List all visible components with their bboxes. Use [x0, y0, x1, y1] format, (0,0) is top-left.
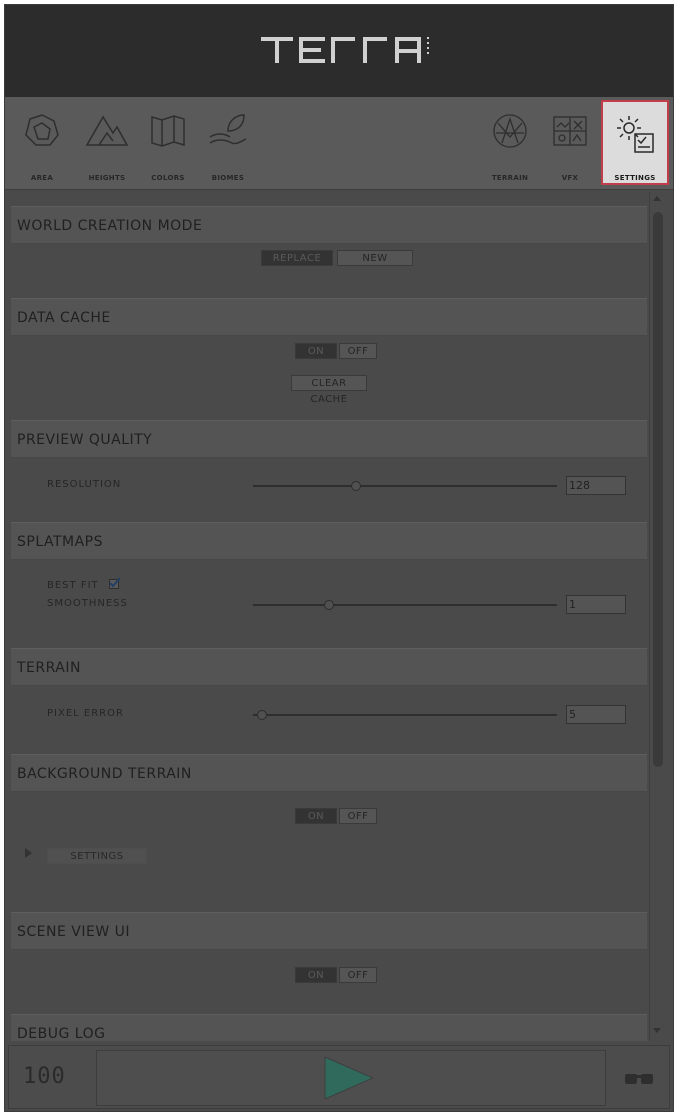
- tab-colors[interactable]: COLORS: [143, 97, 193, 187]
- section-title: BACKGROUND TERRAIN: [17, 766, 192, 782]
- biomes-icon: [209, 114, 247, 145]
- tab-settings-label: SETTINGS: [614, 174, 656, 182]
- data-cache-on-button[interactable]: ON: [295, 343, 337, 359]
- section-data-cache: DATA CACHE ON OFF CLEAR CACHE: [11, 298, 647, 418]
- terra-logo: [261, 37, 429, 63]
- background-terrain-off-button[interactable]: OFF: [339, 808, 377, 824]
- section-title: TERRAIN: [17, 660, 81, 676]
- expand-arrow-icon[interactable]: [25, 848, 32, 858]
- resolution-slider[interactable]: [253, 485, 557, 487]
- colors-icon: [151, 115, 185, 147]
- tool-tabs: AREA HEIGHTS COLORS BIOMES TERRAIN VFX S…: [5, 97, 673, 190]
- footer-bar: 100: [8, 1045, 670, 1109]
- glasses-icon[interactable]: [623, 1070, 657, 1086]
- smoothness-slider-knob[interactable]: [324, 600, 334, 610]
- terrain-icon: [493, 114, 527, 148]
- best-fit-checkbox[interactable]: [109, 577, 121, 589]
- scrollbar[interactable]: [649, 192, 666, 1041]
- progress-area: [96, 1050, 606, 1106]
- pixel-error-label: PIXEL ERROR: [47, 708, 124, 719]
- section-scene-view-ui: SCENE VIEW UI ON OFF: [11, 912, 647, 1016]
- section-splatmaps: SPLATMAPS BEST FIT SMOOTHNESS 1: [11, 522, 647, 646]
- clear-cache-button[interactable]: CLEAR CACHE: [291, 375, 367, 405]
- tab-vfx[interactable]: VFX: [545, 97, 595, 187]
- settings-panel: WORLD CREATION MODE REPLACE NEW DATA CAC…: [11, 192, 647, 1041]
- area-icon: [25, 114, 59, 146]
- tab-biomes[interactable]: BIOMES: [203, 97, 253, 187]
- resolution-field[interactable]: 128: [566, 476, 626, 495]
- scene-view-ui-on-button[interactable]: ON: [295, 967, 337, 983]
- section-terrain: TERRAIN PIXEL ERROR 5: [11, 648, 647, 752]
- scroll-down-icon[interactable]: [653, 1028, 661, 1033]
- frame-counter: 100: [23, 1064, 66, 1089]
- tab-area-label: AREA: [30, 174, 54, 182]
- tab-vfx-label: VFX: [561, 174, 579, 182]
- heights-icon: [85, 115, 129, 146]
- tab-terrain-label: TERRAIN: [491, 174, 529, 182]
- section-background-terrain: BACKGROUND TERRAIN ON OFF SETTINGS: [11, 754, 647, 906]
- settings-icon: [617, 116, 654, 153]
- pixel-error-slider-knob[interactable]: [257, 710, 268, 720]
- scrollbar-thumb[interactable]: [653, 212, 663, 767]
- section-title: SPLATMAPS: [17, 534, 103, 550]
- resolution-slider-knob[interactable]: [351, 481, 362, 491]
- resolution-label: RESOLUTION: [47, 479, 122, 490]
- tab-heights[interactable]: HEIGHTS: [75, 97, 139, 187]
- data-cache-off-button[interactable]: OFF: [339, 343, 377, 359]
- section-title: DATA CACHE: [17, 310, 111, 326]
- new-button[interactable]: NEW: [337, 250, 413, 266]
- checkmark-icon: [109, 577, 121, 588]
- tab-biomes-label: BIOMES: [211, 174, 245, 182]
- replace-button[interactable]: REPLACE: [261, 250, 333, 266]
- play-button[interactable]: [321, 1053, 381, 1103]
- tab-terrain[interactable]: TERRAIN: [483, 97, 537, 187]
- vfx-icon: [553, 116, 587, 146]
- tab-area[interactable]: AREA: [17, 97, 67, 187]
- section-debug-log: DEBUG LOG: [11, 1014, 647, 1041]
- tab-settings[interactable]: SETTINGS: [601, 100, 669, 185]
- best-fit-label: BEST FIT: [47, 580, 99, 591]
- smoothness-slider[interactable]: [253, 604, 557, 606]
- section-world-creation-mode: WORLD CREATION MODE REPLACE NEW: [11, 206, 647, 292]
- section-title: WORLD CREATION MODE: [17, 218, 203, 234]
- header: [5, 5, 673, 97]
- pixel-error-slider[interactable]: [253, 714, 557, 716]
- section-preview-quality: PREVIEW QUALITY RESOLUTION 128: [11, 420, 647, 518]
- tab-colors-label: COLORS: [151, 174, 185, 182]
- scene-view-ui-off-button[interactable]: OFF: [339, 967, 377, 983]
- background-terrain-on-button[interactable]: ON: [295, 808, 337, 824]
- section-title: DEBUG LOG: [17, 1026, 106, 1041]
- section-title: SCENE VIEW UI: [17, 924, 130, 940]
- section-title: PREVIEW QUALITY: [17, 432, 153, 448]
- tab-heights-label: HEIGHTS: [88, 174, 126, 182]
- terra-window: AREA HEIGHTS COLORS BIOMES TERRAIN VFX S…: [4, 4, 674, 1112]
- background-settings-foldout[interactable]: SETTINGS: [47, 848, 147, 864]
- pixel-error-field[interactable]: 5: [566, 705, 626, 724]
- smoothness-label: SMOOTHNESS: [47, 598, 128, 609]
- scroll-up-icon[interactable]: [653, 196, 661, 201]
- smoothness-field[interactable]: 1: [566, 595, 626, 614]
